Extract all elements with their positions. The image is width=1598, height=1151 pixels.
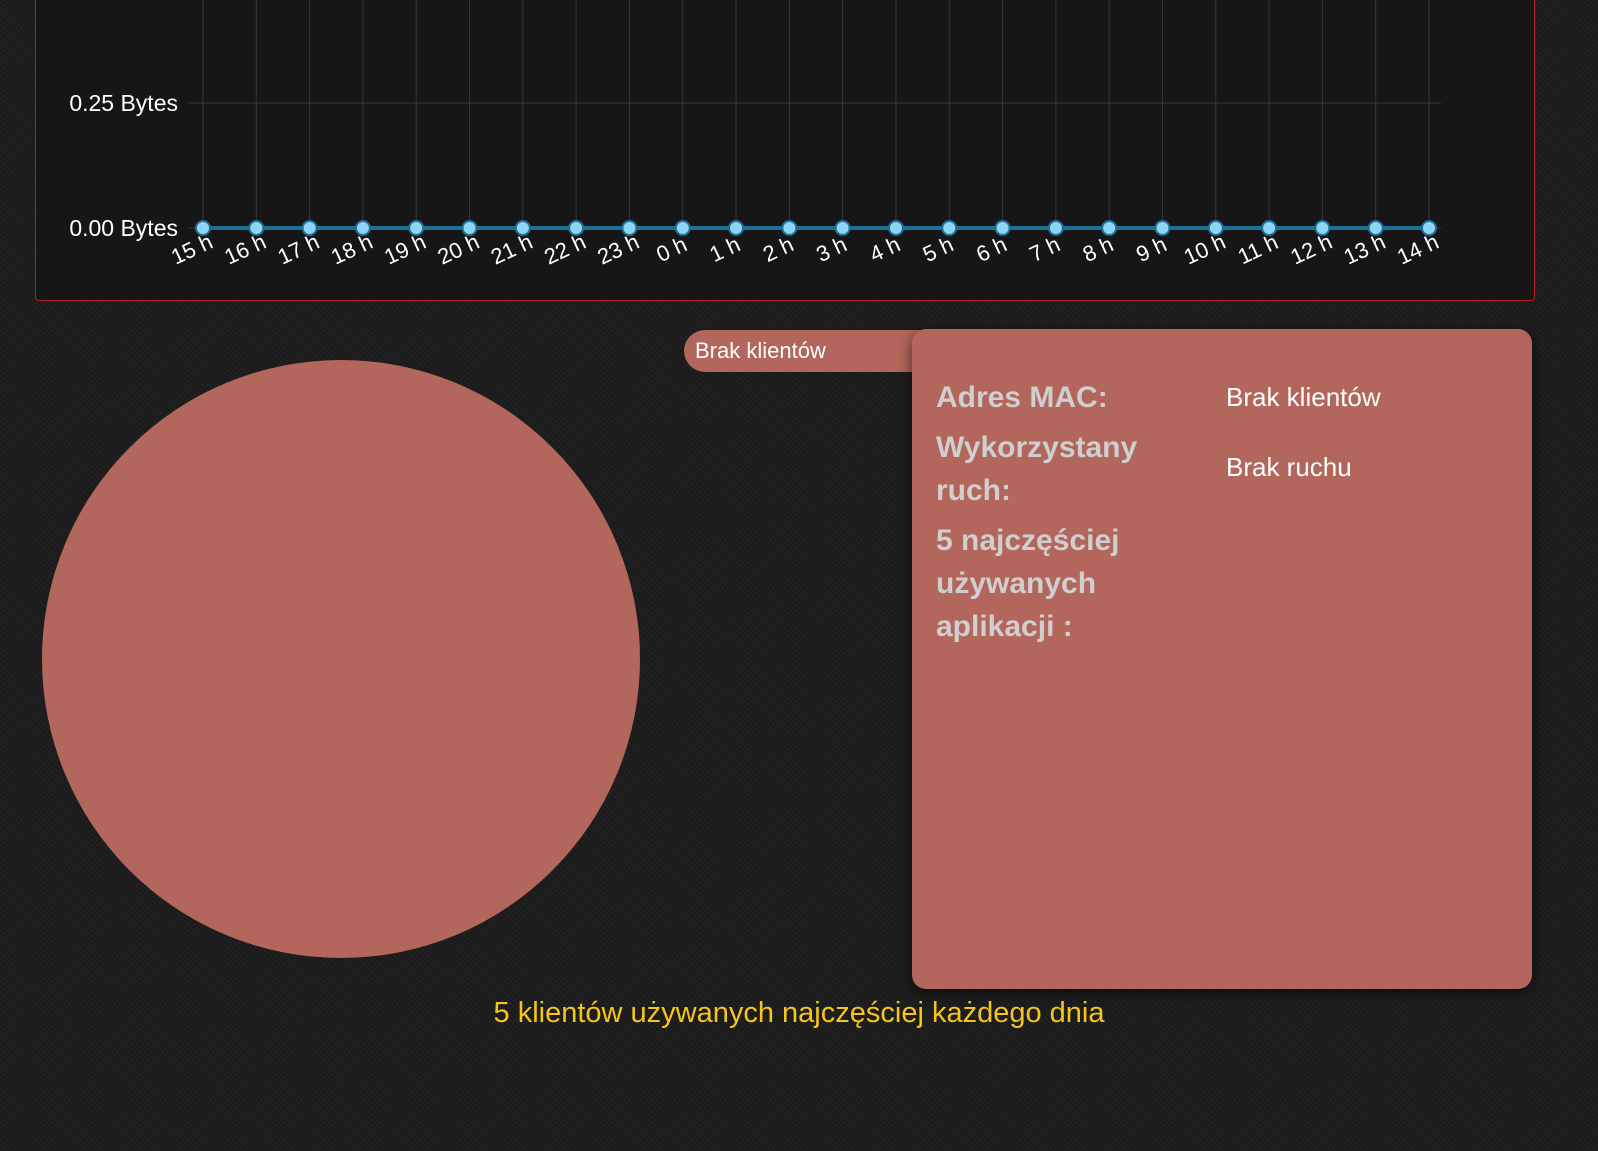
traffic-chart-panel: 0.25 Bytes 0.00 Bytes 15 h 16 h 17 h 18 h 19 h…: [35, 0, 1535, 301]
client-pie-chart[interactable]: [42, 360, 640, 958]
traffic-line-chart: 0.25 Bytes0.00 Bytes15 h 16 h 17 h 18 h 19 h…: [69, 0, 1443, 270]
x-tick-label: 14 h: [1393, 229, 1442, 270]
x-tick-label: 1 h: [706, 231, 744, 267]
x-tick-label: 7 h: [1026, 231, 1064, 267]
x-tick-label: 11 h: [1234, 229, 1282, 269]
x-tick-label: 17 h: [274, 229, 323, 270]
client-details-card: Adres MAC: Brak klientów Wykorzystany ru…: [912, 329, 1532, 989]
x-tick-label: 8 h: [1079, 231, 1117, 267]
x-tick-label: 16 h: [220, 229, 269, 270]
mac-address-row: Adres MAC: Brak klientów: [936, 376, 1516, 421]
x-tick-label: 22 h: [540, 229, 589, 270]
x-tick-label: 19 h: [380, 229, 429, 270]
mac-address-value: Brak klientów: [1226, 382, 1381, 412]
x-tick-label: 3 h: [812, 231, 850, 267]
x-tick-label: 13 h: [1340, 229, 1389, 270]
y-tick-label: 0.00 Bytes: [69, 215, 178, 241]
x-tick-label: 2 h: [759, 231, 797, 267]
y-tick-label: 0.25 Bytes: [69, 90, 178, 116]
top-apps-label: 5 najczęściej używanych aplikacji :: [936, 524, 1120, 643]
x-tick-label: 5 h: [919, 231, 957, 267]
x-tick-label: 4 h: [866, 231, 904, 267]
top-clients-caption: 5 klientów używanych najczęściej każdego…: [493, 997, 1105, 1029]
traffic-label: Wykorzystany ruch:: [936, 431, 1138, 507]
mac-address-label: Adres MAC:: [936, 381, 1108, 414]
top-apps-row: 5 najczęściej używanych aplikacji :: [936, 519, 1516, 659]
x-tick-label: 21 h: [487, 229, 536, 270]
x-tick-label: 23 h: [594, 229, 643, 270]
traffic-row: Wykorzystany ruch: Brak ruchu: [936, 426, 1516, 516]
client-legend-tab[interactable]: Brak klientów: [684, 330, 924, 372]
x-tick-label: 12 h: [1287, 229, 1336, 270]
x-tick-label: 20 h: [434, 229, 483, 270]
x-tick-label: 6 h: [972, 231, 1010, 267]
x-tick-label: 9 h: [1132, 231, 1170, 267]
x-tick-label: 0 h: [652, 231, 690, 267]
traffic-value: Brak ruchu: [1226, 452, 1352, 482]
x-tick-label: 18 h: [327, 229, 376, 270]
x-tick-label: 10 h: [1180, 229, 1229, 270]
